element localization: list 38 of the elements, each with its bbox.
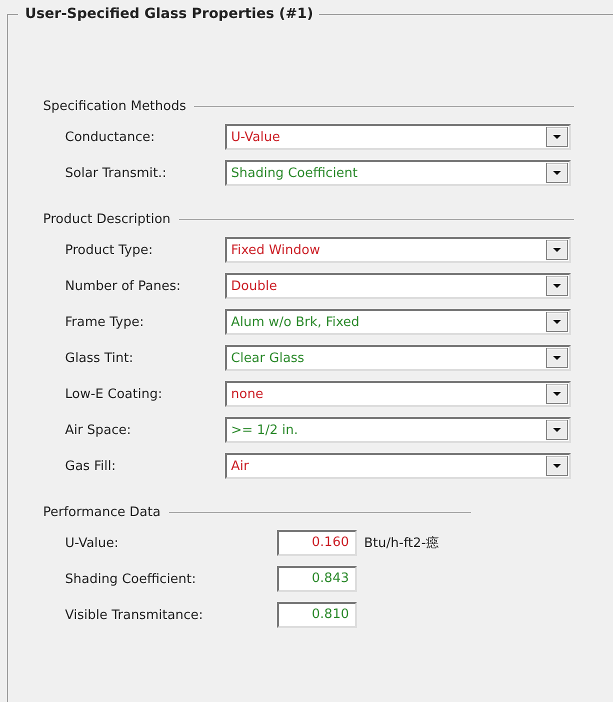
section-title: Specification Methods [43, 98, 186, 114]
section-title: Performance Data [43, 504, 161, 520]
caret-icon[interactable] [546, 312, 568, 332]
dropdown[interactable]: Clear Glass [225, 345, 571, 371]
dropdown[interactable]: >= 1/2 in. [225, 417, 571, 443]
field-label: Solar Transmit.: [65, 166, 168, 180]
dropdown[interactable]: none [225, 381, 571, 407]
caret-icon[interactable] [546, 420, 568, 440]
input-field[interactable]: 0.843 [277, 566, 357, 592]
caret-icon[interactable] [546, 163, 568, 183]
caret-icon[interactable] [546, 384, 568, 404]
dropdown[interactable]: Fixed Window [225, 237, 571, 263]
field-label: Product Type: [65, 242, 154, 258]
dropdown[interactable]: Shading Coefficient [225, 160, 571, 186]
field-label: Glass Tint: [65, 350, 134, 366]
dropdown[interactable]: U-Value [225, 124, 571, 150]
field-label: Gas Fill: [65, 458, 117, 474]
field-label: Conductance: [65, 130, 156, 144]
field-label: Frame Type: [65, 314, 145, 330]
group-title: User-Specified Glass Properties (#1) [18, 5, 320, 23]
caret-icon[interactable] [546, 127, 568, 147]
caret-icon[interactable] [546, 276, 568, 296]
caret-icon[interactable] [546, 456, 568, 476]
field-label: U-Value: [65, 536, 120, 550]
unit-label: Btu/h-ft2-癋 [364, 535, 439, 552]
caret-icon[interactable] [546, 348, 568, 368]
field-label: Air Space: [65, 422, 132, 438]
caret-icon[interactable] [546, 240, 568, 260]
field-label: Visible Transmitance: [65, 608, 204, 622]
dropdown[interactable]: Alum w/o Brk, Fixed [225, 309, 571, 335]
dropdown[interactable]: Double [225, 273, 571, 299]
field-label: Low-E Coating: [65, 386, 164, 402]
field-label: Number of Panes: [65, 278, 182, 294]
input-field[interactable]: 0.810 [277, 602, 357, 628]
input-field[interactable]: 0.160 [277, 530, 357, 556]
field-label: Shading Coefficient: [65, 572, 198, 586]
dropdown[interactable]: Air [225, 453, 571, 479]
section-title: Product Description [43, 212, 171, 226]
